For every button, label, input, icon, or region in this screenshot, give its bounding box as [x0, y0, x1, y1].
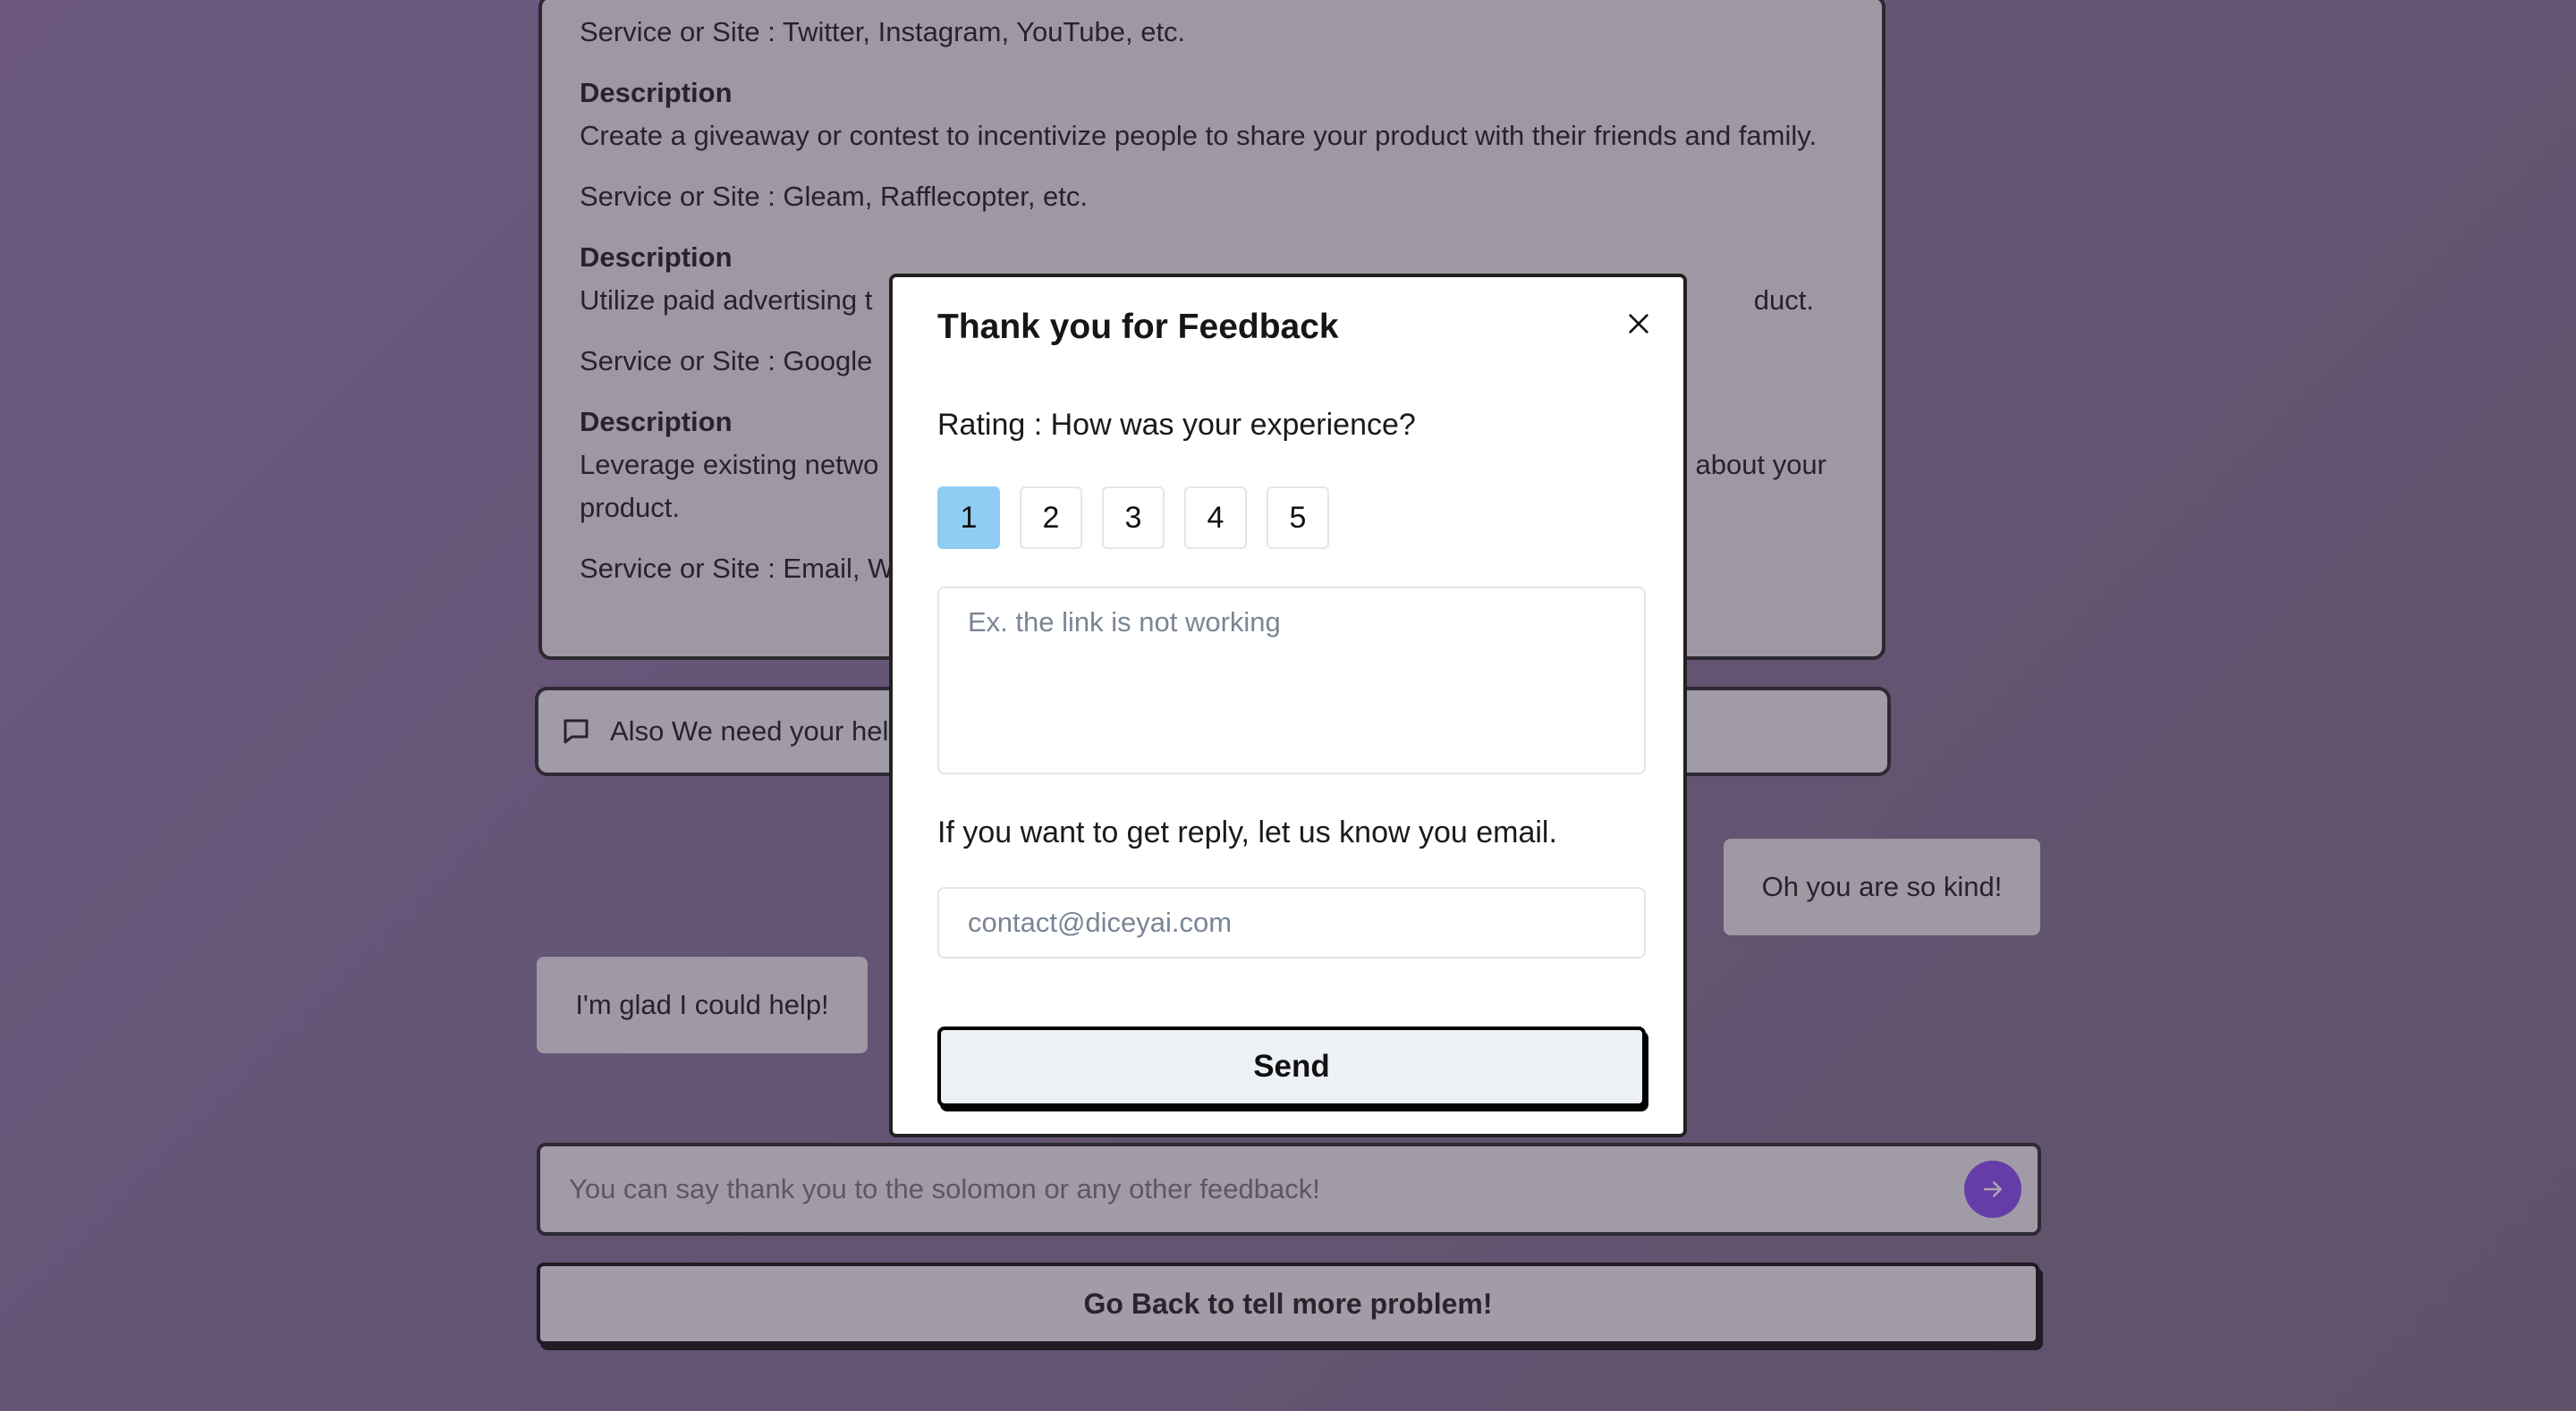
feedback-modal: Thank you for Feedback Rating : How was …: [889, 274, 1687, 1137]
feedback-textarea[interactable]: [937, 587, 1646, 774]
email-field[interactable]: [937, 887, 1646, 959]
modal-title: Thank you for Feedback: [937, 308, 1339, 346]
rating-options: 1 2 3 4 5: [937, 486, 1329, 549]
rating-option-3[interactable]: 3: [1102, 486, 1165, 549]
rating-label: Rating : How was your experience?: [937, 408, 1416, 442]
close-button[interactable]: [1619, 304, 1658, 343]
rating-option-4[interactable]: 4: [1184, 486, 1247, 549]
rating-option-5[interactable]: 5: [1267, 486, 1329, 549]
email-label: If you want to get reply, let us know yo…: [937, 815, 1557, 849]
rating-option-2[interactable]: 2: [1020, 486, 1082, 549]
page: Service or Site : Twitter, Instagram, Yo…: [0, 0, 2576, 1411]
close-icon: [1629, 314, 1648, 334]
rating-option-1[interactable]: 1: [937, 486, 1000, 549]
send-button[interactable]: Send: [937, 1027, 1646, 1107]
